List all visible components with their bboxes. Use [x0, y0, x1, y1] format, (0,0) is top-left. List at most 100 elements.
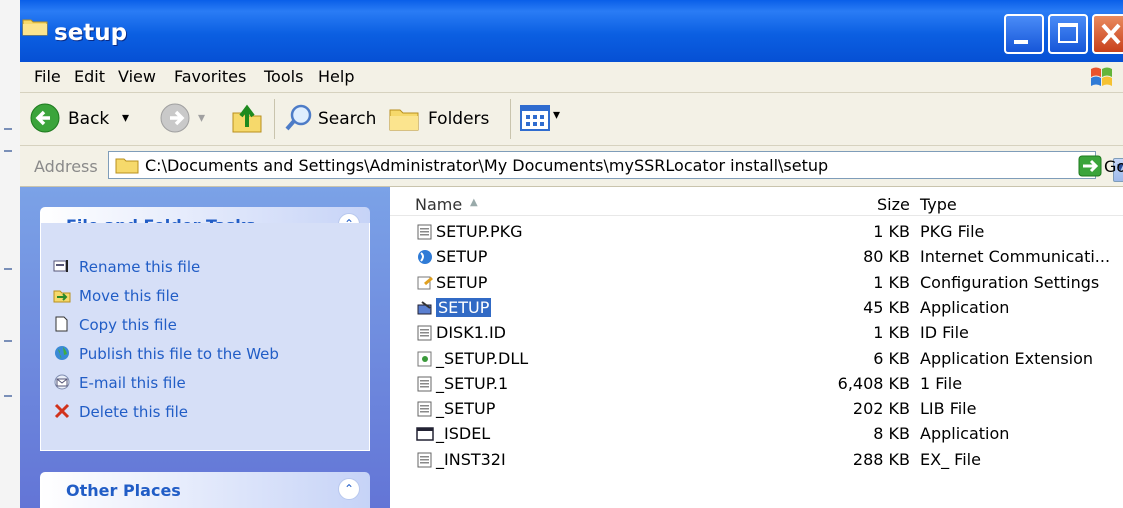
file-row[interactable]: SETUP 45 KB Application [390, 297, 1123, 319]
file-size: 45 KB [863, 298, 910, 317]
file-name: _SETUP.DLL [436, 349, 529, 368]
file-type: Application Extension [920, 349, 1094, 368]
installer-icon [417, 301, 432, 315]
file-name: SETUP.PKG [436, 222, 523, 241]
task-label: Publish this file to the Web [79, 345, 279, 363]
file-size: 1 KB [873, 222, 910, 241]
sort-ascending-icon: ▲ [470, 197, 478, 208]
views-grid-icon [520, 105, 550, 131]
window-title: setup [54, 20, 128, 46]
search-button[interactable]: Search [282, 101, 382, 137]
file-row[interactable]: _SETUP.DLL 6 KB Application Extension [390, 348, 1123, 370]
close-button[interactable] [1092, 14, 1123, 54]
file-row[interactable]: _INST32I 288 KB EX_ File [390, 449, 1123, 471]
desktop-mark [4, 340, 12, 342]
task-rename[interactable]: Rename this file [41, 258, 361, 280]
task-copy[interactable]: Copy this file [41, 316, 361, 338]
file-row[interactable]: _SETUP.1 6,408 KB 1 File [390, 373, 1123, 395]
back-dropdown-arrow[interactable]: ▾ [122, 110, 129, 126]
dll-icon [417, 351, 432, 367]
file-row[interactable]: _SETUP 202 KB LIB File [390, 398, 1123, 420]
views-dropdown-arrow: ▾ [553, 107, 561, 123]
menu-tools[interactable]: Tools [264, 67, 303, 86]
title-bar[interactable]: setup [20, 0, 1123, 62]
file-size: 8 KB [873, 424, 910, 443]
file-type: EX_ File [920, 450, 981, 469]
menu-view[interactable]: View [118, 67, 156, 86]
menu-favorites[interactable]: Favorites [174, 67, 246, 86]
file-row[interactable]: _ISDEL 8 KB Application [390, 423, 1123, 445]
column-header-name[interactable]: Name [415, 195, 462, 214]
email-icon [54, 374, 70, 390]
file-row[interactable]: SETUP 80 KB Internet Communicati... [390, 246, 1123, 268]
forward-dropdown-arrow[interactable]: ▾ [198, 110, 205, 126]
file-type: LIB File [920, 399, 977, 418]
file-name: _SETUP [436, 399, 496, 418]
file-row[interactable]: SETUP 1 KB Configuration Settings [390, 272, 1123, 294]
app-window-icon [416, 427, 434, 441]
file-row[interactable]: DISK1.ID 1 KB ID File [390, 322, 1123, 344]
generic-file-icon [417, 376, 432, 392]
task-delete[interactable]: Delete this file [41, 403, 361, 425]
task-email[interactable]: E-mail this file [41, 374, 361, 396]
file-type: Internet Communicati... [920, 247, 1111, 266]
desktop-edge [0, 0, 21, 508]
desktop-mark [4, 128, 12, 130]
file-name: DISK1.ID [436, 323, 506, 342]
move-icon [53, 290, 71, 303]
file-type: Application [920, 298, 1010, 317]
file-type: Application [920, 424, 1010, 443]
file-type: Configuration Settings [920, 273, 1100, 292]
globe-icon [55, 346, 69, 360]
menu-help[interactable]: Help [318, 67, 354, 86]
column-header-type[interactable]: Type [920, 195, 957, 214]
file-row[interactable]: SETUP.PKG 1 KB PKG File [390, 221, 1123, 243]
search-icon [285, 104, 312, 131]
maximize-button[interactable] [1048, 14, 1088, 54]
column-header-size[interactable]: Size [877, 195, 910, 214]
forward-button[interactable]: ▾ [160, 101, 220, 137]
search-label: Search [318, 109, 377, 129]
minimize-icon [1014, 40, 1028, 44]
generic-file-icon [417, 401, 432, 417]
maximize-icon [1058, 23, 1078, 43]
address-input[interactable]: C:\Documents and Settings\Administrator\… [108, 151, 1123, 182]
menu-file[interactable]: File [34, 67, 61, 86]
toolbar-separator [274, 99, 275, 139]
go-button[interactable]: Go [1104, 157, 1123, 176]
toolbar: Back ▾ ▾ Search Folders ▾ [20, 93, 1123, 146]
delete-icon [54, 403, 70, 419]
file-name: _SETUP.1 [436, 374, 509, 393]
other-places-header[interactable]: Other Places ⌃ [40, 472, 370, 508]
task-label: Rename this file [79, 258, 201, 276]
file-size: 1 KB [873, 323, 910, 342]
task-publish[interactable]: Publish this file to the Web [41, 345, 361, 367]
views-button[interactable]: ▾ [520, 105, 570, 135]
file-size: 1 KB [873, 273, 910, 292]
up-folder-icon[interactable] [230, 101, 264, 135]
desktop-mark [4, 150, 12, 152]
config-file-icon [417, 276, 433, 290]
folders-button[interactable]: Folders [388, 101, 504, 137]
file-size: 202 KB [852, 399, 910, 418]
file-name: SETUP [436, 273, 488, 292]
task-move[interactable]: Move this file [41, 287, 361, 309]
close-icon [1101, 23, 1121, 45]
rename-icon [53, 260, 68, 272]
toolbar-separator [510, 99, 511, 139]
windows-logo-icon [1091, 67, 1112, 86]
folder-icon [115, 158, 139, 174]
menu-edit[interactable]: Edit [74, 67, 105, 86]
explorer-window: setup File Edit View Favorites Tools Hel… [20, 0, 1123, 508]
desktop-mark [4, 395, 12, 397]
task-label: Copy this file [79, 316, 177, 334]
collapse-icon[interactable]: ⌃ [338, 478, 360, 500]
minimize-button[interactable] [1004, 14, 1044, 54]
back-button[interactable]: Back ▾ [30, 101, 160, 137]
file-size: 6,408 KB [837, 374, 910, 393]
column-header-row: Name ▲ Size Type [390, 187, 1123, 216]
go-arrow-icon[interactable] [1078, 155, 1102, 177]
back-label: Back [68, 109, 110, 129]
generic-file-icon [417, 452, 432, 468]
task-label: Delete this file [79, 403, 189, 421]
